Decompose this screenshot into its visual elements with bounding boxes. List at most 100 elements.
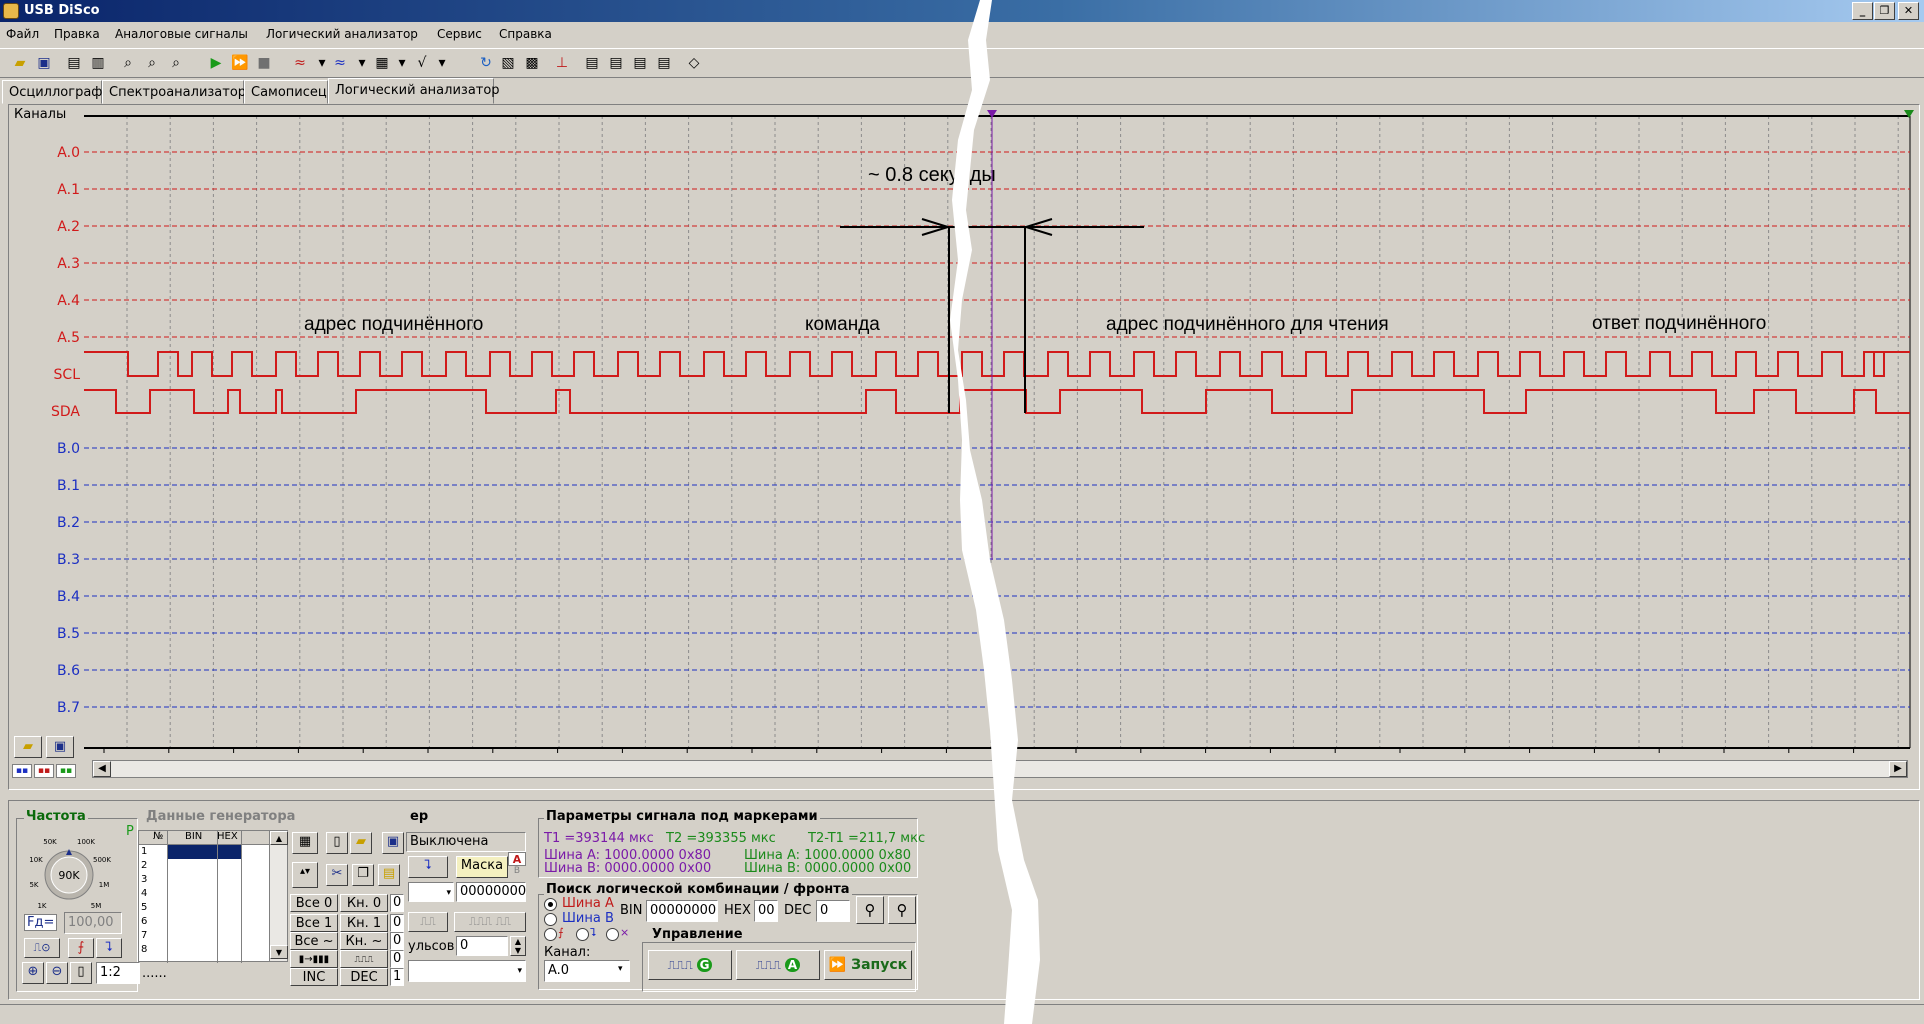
t2-value: T2 =393355 мкс — [666, 831, 776, 846]
table-row-number: 2 — [141, 860, 148, 871]
spin-icon[interactable]: ▲ ▼ — [510, 936, 526, 956]
horizontal-scrollbar[interactable]: ◀ ▶ — [92, 760, 1908, 778]
mask-value-field[interactable]: 00000000 — [456, 882, 526, 902]
copy-icon[interactable]: ❐ — [352, 864, 374, 886]
table-header: № BIN HEX — [139, 831, 269, 845]
generator-mode-button[interactable]: ⎍⎍⎍ G — [648, 950, 732, 980]
zoom-ratio-field[interactable]: 1:2 — [96, 962, 140, 984]
chevron-down-icon[interactable]: ▾ — [618, 964, 623, 974]
find-prev-icon[interactable]: ⚲ — [856, 896, 884, 924]
mask-button[interactable]: Маска — [456, 856, 508, 878]
dec-label: DEC — [784, 903, 812, 918]
channel-label: B.4 — [57, 589, 80, 605]
bus-a-icon[interactable]: A — [508, 852, 526, 866]
save-icon[interactable]: ▣ — [46, 736, 74, 758]
channel-label: A.5 — [57, 330, 80, 346]
pulses-field[interactable]: 0 — [456, 936, 508, 956]
value-field[interactable]: 0 — [390, 894, 404, 912]
kn-one-button[interactable]: Кн. 1 — [340, 914, 388, 932]
channel-select-icon[interactable]: ▪▪ — [12, 764, 32, 778]
value-field[interactable]: 0 — [390, 950, 404, 968]
up-down-icon[interactable]: ▴▾ — [292, 862, 318, 888]
new-file-icon[interactable]: ▯ — [326, 832, 348, 854]
control-title: Управление — [650, 927, 745, 942]
search-title: Поиск логической комбинации / фронта — [544, 882, 852, 897]
kn-invert-button[interactable]: Кн. ~ — [340, 932, 388, 950]
kn-zero-button[interactable]: Кн. 0 — [340, 894, 388, 912]
value-field[interactable]: 0 — [390, 932, 404, 950]
scroll-down-icon[interactable]: ▼ — [270, 945, 288, 959]
channel-label: B.7 — [57, 700, 80, 716]
channel-select-icon[interactable]: ▪▪ — [56, 764, 76, 778]
trigger-select[interactable]: ▾ — [408, 960, 526, 982]
trigger-combo[interactable]: ▾ — [408, 882, 454, 902]
scroll-left-icon[interactable]: ◀ — [93, 761, 111, 777]
table-icon[interactable]: ▦ — [292, 832, 318, 854]
channel-select-icon[interactable]: ▪▪ — [34, 764, 54, 778]
any-edge-radio[interactable] — [606, 928, 619, 941]
falling-edge-icon: ⮧ — [590, 926, 597, 939]
trigger-title: ер — [408, 809, 431, 824]
falling-edge-icon[interactable]: ⮧ — [408, 856, 448, 878]
knob-tick: 500K — [93, 856, 111, 864]
paste-icon[interactable]: ▤ — [378, 864, 400, 886]
pattern-icon[interactable]: ⎍⎍⎍ — [340, 950, 388, 968]
table-row-number: 3 — [141, 874, 148, 885]
channel-label: B.2 — [57, 515, 80, 531]
all-invert-button[interactable]: Все ~ — [290, 932, 338, 950]
open-folder-icon[interactable]: ▰ — [350, 832, 372, 854]
cut-icon[interactable]: ✂ — [326, 864, 348, 886]
scroll-up-icon[interactable]: ▲ — [270, 831, 288, 845]
falling-edge-icon[interactable]: ⮧ — [96, 938, 122, 958]
rising-edge-icon: ⨍ — [558, 926, 564, 939]
value-field[interactable]: 0 — [390, 914, 404, 932]
pulse-icon[interactable]: ⎍⊙ — [24, 938, 60, 958]
analyzer-mode-button[interactable]: ⎍⎍⎍ A — [736, 950, 820, 980]
all-zero-button[interactable]: Все 0 — [290, 894, 338, 912]
scroll-right-icon[interactable]: ▶ — [1889, 761, 1907, 777]
all-one-button[interactable]: Все 1 — [290, 914, 338, 932]
channel-label: B.3 — [57, 552, 80, 568]
rising-edge-radio[interactable] — [544, 928, 557, 941]
bin-label: BIN — [620, 903, 643, 918]
table-row-number: 4 — [141, 888, 148, 899]
bus-a-radio[interactable] — [544, 898, 557, 911]
knob-tick: 50K — [43, 838, 57, 846]
bus-b-icon[interactable]: B — [508, 866, 526, 878]
zoom-in-icon[interactable]: ⊕ — [22, 962, 44, 984]
falling-edge-radio[interactable] — [576, 928, 589, 941]
frequency-title: Частота — [24, 809, 88, 824]
value-field[interactable]: 1 — [390, 968, 404, 986]
knob-tick: 100K — [77, 838, 95, 846]
table-row-number: 6 — [141, 916, 148, 927]
table-scrollbar[interactable]: ▲ ▼ — [269, 831, 288, 961]
fd-input[interactable]: 100,00 — [64, 912, 122, 934]
knob-tick: 10K — [29, 856, 43, 864]
zoom-out-icon[interactable]: ⊖ — [46, 962, 68, 984]
pattern-icon[interactable]: ⎍⎍⎍ ⎍⎍ — [454, 912, 526, 932]
find-next-icon[interactable]: ⚲ — [888, 896, 916, 924]
pulse-icon[interactable]: ⎍⎍ — [408, 912, 448, 932]
table-row-number: 7 — [141, 930, 148, 941]
channel-label: B.0 — [57, 441, 80, 457]
rising-edge-icon[interactable]: ⨍ — [68, 938, 94, 958]
dec-button[interactable]: DEC — [340, 968, 388, 986]
frequency-knob[interactable]: 50K 100K 10K 500K 5K 1M 1K 5M 90K — [26, 832, 112, 918]
channel-label: B.6 — [57, 663, 80, 679]
bin-field[interactable]: 00000000 — [646, 900, 718, 922]
any-edge-icon: ⨯ — [620, 926, 630, 939]
channel-label: SCL — [54, 367, 81, 383]
page-icon[interactable]: ▯ — [70, 962, 92, 984]
bus-b-radio[interactable] — [544, 913, 557, 926]
hex-field[interactable]: 00 — [754, 900, 778, 922]
dec-field[interactable]: 0 — [816, 900, 850, 922]
save-icon[interactable]: ▣ — [382, 832, 404, 854]
trigger-state-field[interactable]: Выключена — [406, 832, 526, 852]
inc-button[interactable]: INC — [290, 968, 338, 986]
generator-table[interactable]: № BIN HEX 1 2 3 4 5 6 7 8 ▲ ▼ — [138, 830, 288, 963]
open-folder-icon[interactable]: ▰ — [14, 736, 42, 758]
pulses-label: ульсов — [408, 939, 455, 954]
channel-label: SDA — [51, 404, 80, 420]
shift-icon[interactable]: ▮→▮▮▮ — [290, 950, 338, 968]
start-button[interactable]: ⏩ Запуск — [824, 950, 912, 980]
